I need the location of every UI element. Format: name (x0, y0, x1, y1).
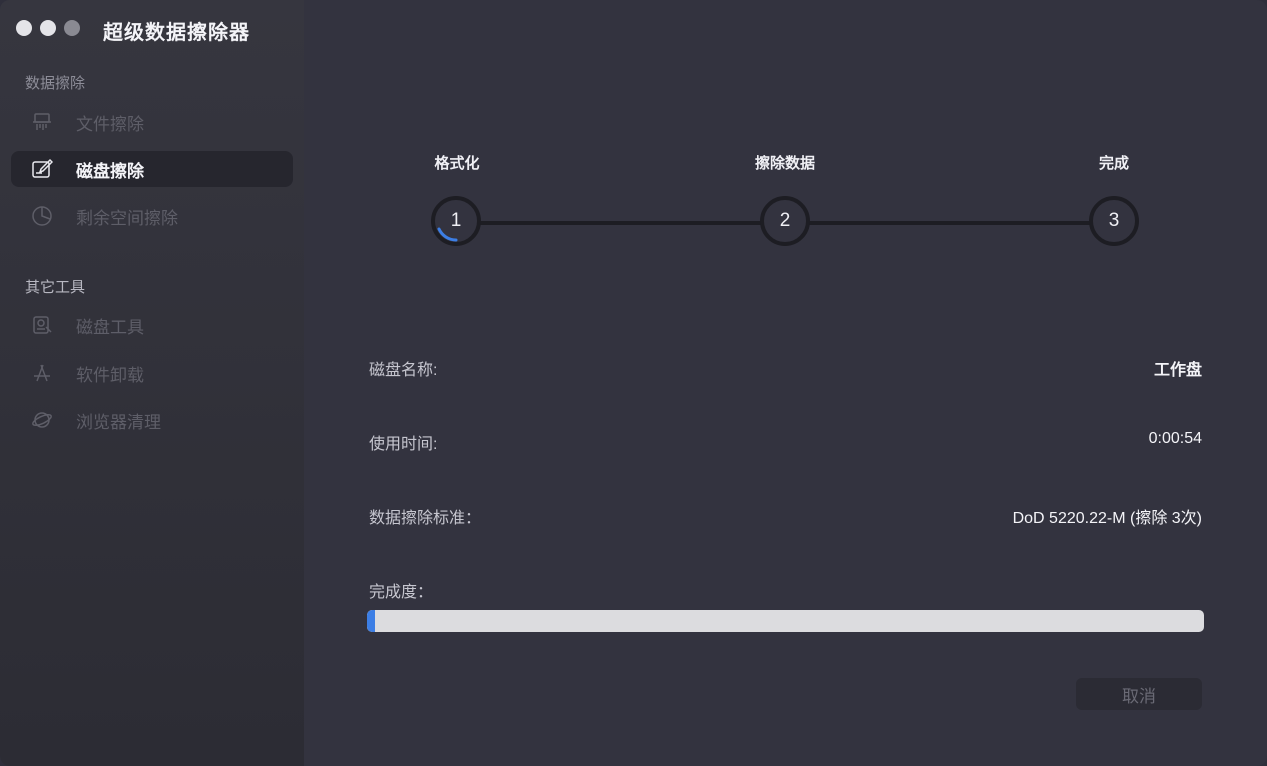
sidebar-item-label: 剩余空间擦除 (76, 208, 178, 228)
progress-bar (367, 610, 1204, 632)
standard-label: 数据擦除标准： (369, 510, 482, 527)
disk-tool-icon (31, 314, 53, 336)
window-controls (16, 20, 80, 36)
step-connector (809, 221, 1091, 225)
close-window-button[interactable] (16, 20, 32, 36)
progress-label: 完成度： (369, 584, 434, 601)
sidebar-item-disk-tool[interactable]: 磁盘工具 (11, 307, 293, 343)
section-title-erase: 数据擦除 (25, 75, 86, 92)
app-window: 超级数据擦除器 数据擦除 文件擦除 磁盘擦除 剩余空间擦除 其它工具 磁盘工具 … (0, 0, 1267, 766)
sidebar-item-app-uninstall[interactable]: 软件卸载 (11, 355, 293, 391)
app-title: 超级数据擦除器 (103, 22, 250, 44)
minimize-window-button[interactable] (40, 20, 56, 36)
app-uninstall-icon (31, 362, 53, 384)
section-title-tools: 其它工具 (25, 279, 86, 296)
disk-name-value: 工作盘 (1153, 362, 1202, 379)
sidebar-item-free-space-erase[interactable]: 剩余空间擦除 (11, 198, 293, 234)
zoom-window-button[interactable] (64, 20, 80, 36)
cancel-button[interactable]: 取消 (1076, 678, 1202, 710)
sidebar-item-label: 浏览器清理 (76, 412, 161, 432)
main-panel: 格式化 擦除数据 完成 1 2 3 磁盘名称: 工作盘 使用时间: 0:00:5… (304, 0, 1267, 766)
progress-fill (367, 610, 376, 632)
step-label-format: 格式化 (434, 155, 480, 172)
step-label-done: 完成 (1098, 155, 1129, 172)
planet-icon (31, 409, 53, 431)
sidebar-item-label: 软件卸载 (76, 365, 144, 385)
disk-name-label: 磁盘名称: (369, 362, 438, 379)
pie-chart-icon (31, 205, 53, 227)
standard-value: DoD 5220.22-M (擦除 3次) (1012, 510, 1202, 527)
disk-edit-icon (31, 158, 53, 180)
step-progress-arc (437, 227, 458, 242)
sidebar-item-disk-erase[interactable]: 磁盘擦除 (11, 151, 293, 187)
step-circle-3: 3 (1089, 196, 1139, 246)
time-value: 0:00:54 (1148, 430, 1202, 447)
sidebar-item-label: 文件擦除 (76, 114, 144, 134)
sidebar-item-label: 磁盘擦除 (76, 161, 144, 181)
step-connector (480, 221, 762, 225)
sidebar-item-file-erase[interactable]: 文件擦除 (11, 104, 293, 140)
sidebar-item-label: 磁盘工具 (76, 317, 144, 337)
sidebar-item-browser-clean[interactable]: 浏览器清理 (11, 402, 293, 438)
step-label-erase: 擦除数据 (754, 155, 815, 172)
sidebar: 超级数据擦除器 数据擦除 文件擦除 磁盘擦除 剩余空间擦除 其它工具 磁盘工具 … (0, 0, 304, 766)
step-circle-2: 2 (760, 196, 810, 246)
time-label: 使用时间: (369, 436, 438, 453)
shredder-icon (31, 111, 53, 133)
